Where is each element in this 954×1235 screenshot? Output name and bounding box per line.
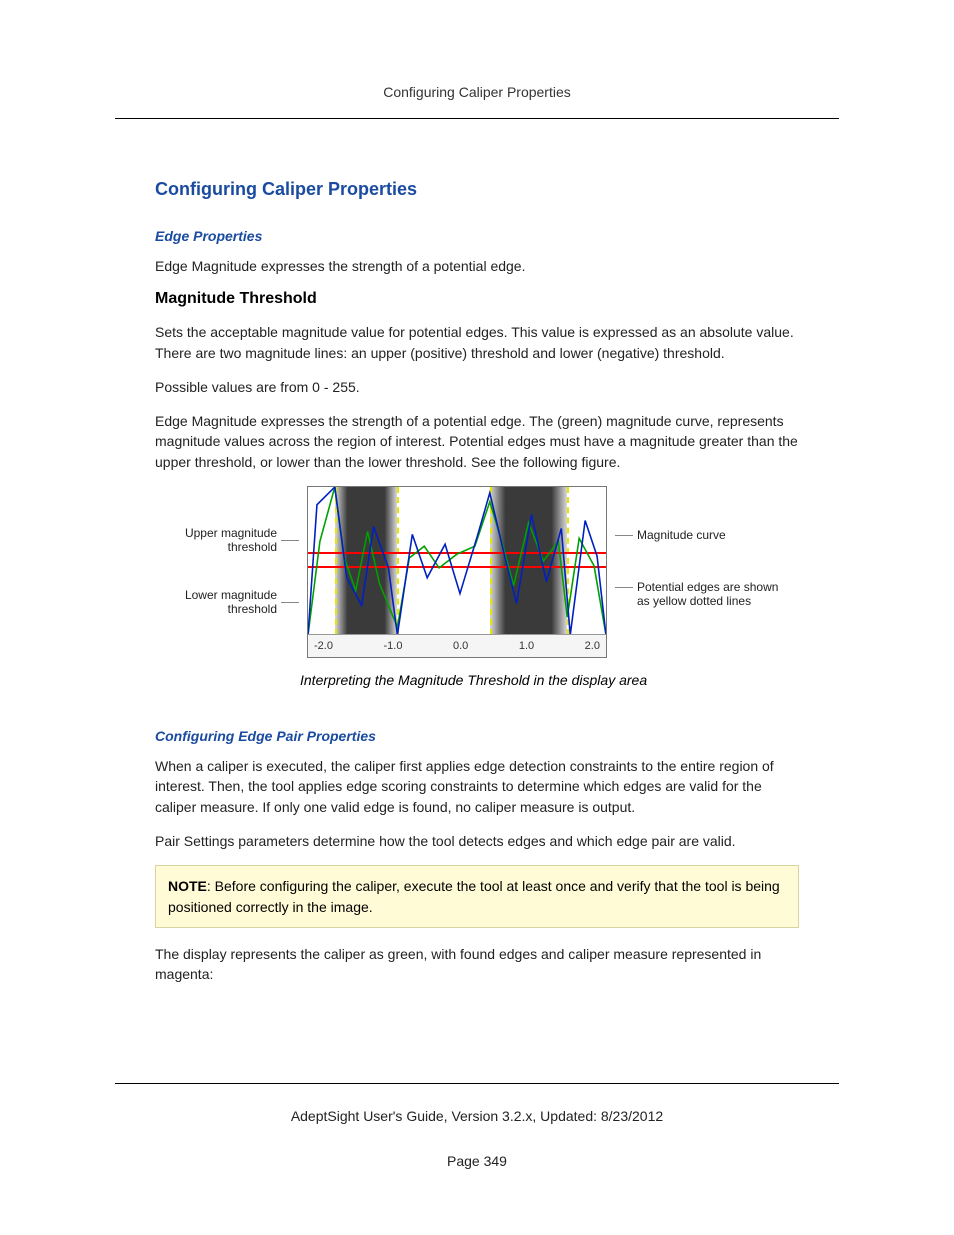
figure-magnitude-threshold: Upper magnitude threshold Lower magnitud… <box>155 486 799 658</box>
label-upper-threshold: Upper magnitude threshold <box>169 526 277 554</box>
x-tick: -2.0 <box>314 640 333 652</box>
paragraph: Edge Magnitude expresses the strength of… <box>155 411 799 472</box>
x-tick: 1.0 <box>519 640 534 652</box>
document-page: Configuring Caliper Properties Configuri… <box>0 0 954 1235</box>
magnitude-curve <box>308 487 606 635</box>
page-footer: AdeptSight User's Guide, Version 3.2.x, … <box>0 1083 954 1195</box>
paragraph: When a caliper is executed, the caliper … <box>155 756 799 817</box>
label-magnitude-curve: Magnitude curve <box>637 528 726 542</box>
x-tick: 0.0 <box>453 640 468 652</box>
note-label: NOTE <box>168 878 207 894</box>
x-tick: 2.0 <box>585 640 600 652</box>
paragraph: Pair Settings parameters determine how t… <box>155 831 799 851</box>
figure-right-labels: Magnitude curve Potential edges are show… <box>615 486 785 608</box>
paragraph: Possible values are from 0 - 255. <box>155 377 799 397</box>
footer-guide-info: AdeptSight User's Guide, Version 3.2.x, … <box>0 1106 954 1126</box>
section-edge-pair-properties: Configuring Edge Pair Properties <box>155 728 799 744</box>
footer-rule <box>115 1083 839 1084</box>
leader-line-icon <box>615 587 633 588</box>
magnitude-chart: -2.0 -1.0 0.0 1.0 2.0 <box>307 486 607 658</box>
section-edge-properties: Edge Properties <box>155 228 799 244</box>
running-header: Configuring Caliper Properties <box>115 84 839 100</box>
chart-plot-area <box>308 487 606 635</box>
paragraph: The display represents the caliper as gr… <box>155 944 799 985</box>
header-rule <box>115 118 839 119</box>
page-title: Configuring Caliper Properties <box>155 179 799 200</box>
chart-curves <box>308 487 606 635</box>
x-tick: -1.0 <box>384 640 403 652</box>
paragraph: Sets the acceptable magnitude value for … <box>155 322 799 363</box>
note-box: NOTE: Before configuring the caliper, ex… <box>155 865 799 928</box>
label-lower-threshold: Lower magnitude threshold <box>169 588 277 616</box>
figure-left-labels: Upper magnitude threshold Lower magnitud… <box>169 486 299 616</box>
chart-x-axis: -2.0 -1.0 0.0 1.0 2.0 <box>308 634 606 657</box>
figure-caption: Interpreting the Magnitude Threshold in … <box>155 672 720 688</box>
leader-line-icon <box>281 602 299 603</box>
heading-magnitude-threshold: Magnitude Threshold <box>155 290 799 308</box>
leader-line-icon <box>281 540 299 541</box>
label-potential-edges: Potential edges are shown as yellow dott… <box>637 580 785 608</box>
note-body: : Before configuring the caliper, execut… <box>168 878 780 914</box>
footer-page-number: Page 349 <box>0 1151 954 1171</box>
page-content: Configuring Caliper Properties Edge Prop… <box>115 179 839 984</box>
paragraph: Edge Magnitude expresses the strength of… <box>155 256 799 276</box>
leader-line-icon <box>615 535 633 536</box>
